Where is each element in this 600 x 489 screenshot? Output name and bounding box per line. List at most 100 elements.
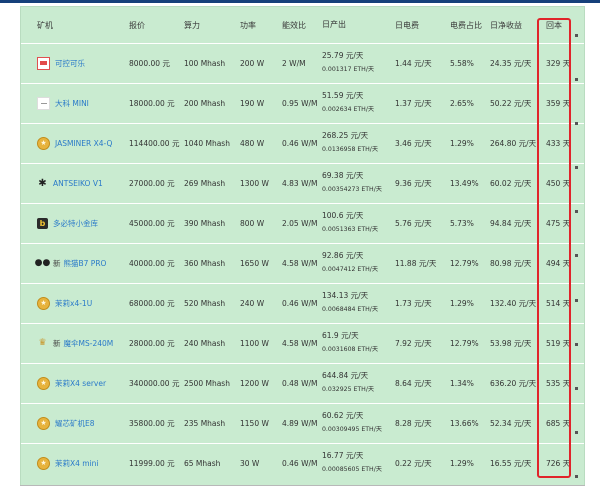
efficiency-cell: 0.95 W/M: [282, 98, 318, 108]
miner-name-link[interactable]: 多必特小金库: [53, 218, 98, 229]
output-cny: 100.6 元/天: [322, 211, 364, 220]
miner-name-cell: ♛ 新魔伞MS-240M: [37, 323, 113, 363]
power-cell: 480 W: [240, 138, 265, 148]
daily-net-cell: 52.34 元/天: [490, 418, 532, 428]
payback-highlight-box: [537, 18, 571, 478]
electricity-ratio-cell: 12.79%: [450, 338, 479, 348]
price-cell: 35800.00 元: [129, 418, 175, 428]
right-edge-marks: [575, 34, 581, 478]
bottom-divider: [20, 485, 585, 486]
header-daily-output: 日产出: [322, 20, 346, 29]
daily-output-cell: 61.9 元/天 0.0031608 ETH/天: [322, 323, 378, 363]
efficiency-cell: 2.05 W/M: [282, 218, 318, 228]
daily-net-cell: 24.35 元/天: [490, 58, 532, 68]
header-electricity-ratio: 电费占比: [450, 20, 482, 30]
table-row: ★ 茉莉X4 mini 11999.00 元 65 Mhash 30 W 0.46 W/M…: [21, 443, 584, 483]
header-hashrate: 算力: [184, 20, 200, 30]
daily-output-cell: 644.84 元/天 0.032925 ETH/天: [322, 363, 374, 403]
electricity-ratio-cell: 5.58%: [450, 58, 474, 68]
miner-name-cell: ★ 茉莉X4 server: [37, 363, 106, 403]
miner-name-link[interactable]: 大科 MINI: [55, 98, 89, 109]
output-cny: 69.38 元/天: [322, 171, 364, 180]
electricity-ratio-cell: 1.29%: [450, 458, 474, 468]
edge-mark: [575, 430, 578, 434]
hashrate-cell: 100 Mhash: [184, 58, 226, 68]
new-tag: 新: [53, 258, 61, 268]
edge-mark: [575, 78, 578, 82]
daily-electricity-cell: 3.46 元/天: [395, 138, 432, 148]
electricity-ratio-cell: 2.65%: [450, 98, 474, 108]
miner-name-cell: 可控可乐: [37, 43, 85, 83]
daily-output-cell: 134.13 元/天 0.0068484 ETH/天: [322, 283, 378, 323]
miner-name-cell: 大科 MINI: [37, 83, 89, 123]
output-cny: 134.13 元/天: [322, 291, 369, 300]
miner-name-link[interactable]: 茉莉X4 mini: [55, 458, 99, 469]
miner-name-link[interactable]: JASMINER X4-Q: [55, 139, 112, 148]
daily-electricity-cell: 1.37 元/天: [395, 98, 432, 108]
electricity-ratio-cell: 1.34%: [450, 378, 474, 388]
header-name: 矿机: [37, 20, 53, 30]
miner-name-link[interactable]: 可控可乐: [55, 58, 85, 69]
daily-net-cell: 16.55 元/天: [490, 458, 532, 468]
power-cell: 1100 W: [240, 338, 269, 348]
output-eth: 0.00354273 ETH/天: [322, 186, 382, 193]
gold-coin-icon: ★: [37, 456, 50, 470]
edge-mark: [575, 342, 578, 346]
miner-name-link[interactable]: 茉莉x4-1U: [55, 298, 92, 309]
price-cell: 68000.00 元: [129, 298, 175, 308]
output-cny: 51.59 元/天: [322, 91, 364, 100]
miner-name-cell: ★ 茉莉x4-1U: [37, 283, 92, 323]
miner-name-link[interactable]: 魔伞MS-240M: [64, 338, 114, 349]
gold-coin-icon: ★: [37, 296, 50, 310]
efficiency-cell: 4.89 W/M: [282, 418, 318, 428]
table-row: ●● 新熊猫B7 PRO 40000.00 元 360 Mhash 1650 W 4.58…: [21, 243, 584, 284]
header-daily-net: 日净收益: [490, 20, 522, 30]
miner-name-link[interactable]: 耀芯矿机E8: [55, 418, 95, 429]
electricity-ratio-cell: 13.66%: [450, 418, 479, 428]
daily-output-cell: 16.77 元/天 0.00085605 ETH/天: [322, 443, 382, 483]
table-row: ♛ 新魔伞MS-240M 28000.00 元 240 Mhash 1100 W 4.58…: [21, 323, 584, 364]
output-eth: 0.002634 ETH/天: [322, 106, 375, 113]
price-cell: 8000.00 元: [129, 58, 170, 68]
daily-net-cell: 60.02 元/天: [490, 178, 532, 188]
daily-electricity-cell: 1.73 元/天: [395, 298, 432, 308]
price-cell: 40000.00 元: [129, 258, 175, 268]
power-cell: 1650 W: [240, 258, 269, 268]
daily-output-cell: 69.38 元/天 0.00354273 ETH/天: [322, 163, 382, 203]
efficiency-cell: 2 W/M: [282, 58, 306, 68]
miner-name-link[interactable]: 熊猫B7 PRO: [64, 258, 107, 269]
power-cell: 240 W: [240, 298, 265, 308]
miner-name-link[interactable]: ANTSEIKO V1: [53, 179, 103, 188]
power-cell: 1200 W: [240, 378, 269, 388]
daily-net-cell: 264.80 元/天: [490, 138, 537, 148]
price-cell: 27000.00 元: [129, 178, 175, 188]
daily-output-cell: 268.25 元/天 0.0136958 ETH/天: [322, 123, 378, 163]
efficiency-cell: 0.46 W/M: [282, 298, 318, 308]
efficiency-cell: 0.48 W/M: [282, 378, 318, 388]
daily-electricity-cell: 9.36 元/天: [395, 178, 432, 188]
output-cny: 16.77 元/天: [322, 451, 364, 460]
edge-mark: [575, 298, 578, 302]
edge-mark: [575, 474, 578, 478]
panda-icon: ●●: [34, 258, 51, 268]
table-row: ★ 茉莉x4-1U 68000.00 元 520 Mhash 240 W 0.46 W/M…: [21, 283, 584, 324]
edge-mark: [575, 210, 578, 214]
daily-output-cell: 100.6 元/天 0.0051363 ETH/天: [322, 203, 378, 243]
miner-name-cell: ✱ ANTSEIKO V1: [37, 163, 103, 203]
efficiency-cell: 0.46 W/M: [282, 138, 318, 148]
miner-table: 矿机 报价 算力 功率 能效比 日产出 日电费 电费占比 日净收益 回本 可控可…: [20, 6, 585, 486]
top-rule: [0, 0, 600, 3]
miner-name-link[interactable]: 茉莉X4 server: [55, 378, 106, 389]
output-cny: 25.79 元/天: [322, 51, 364, 60]
efficiency-cell: 0.46 W/M: [282, 458, 318, 468]
output-eth: 0.032925 ETH/天: [322, 386, 375, 393]
hashrate-cell: 200 Mhash: [184, 98, 226, 108]
header-daily-electricity: 日电费: [395, 20, 419, 30]
daily-electricity-cell: 11.88 元/天: [395, 258, 437, 268]
table-row: 大科 MINI 18000.00 元 200 Mhash 190 W 0.95 W/M 1…: [21, 83, 584, 124]
output-eth: 0.0051363 ETH/天: [322, 226, 379, 233]
output-eth: 0.001317 ETH/天: [322, 66, 375, 73]
daily-net-cell: 80.98 元/天: [490, 258, 532, 268]
output-cny: 61.9 元/天: [322, 331, 359, 340]
output-cny: 644.84 元/天: [322, 371, 369, 380]
